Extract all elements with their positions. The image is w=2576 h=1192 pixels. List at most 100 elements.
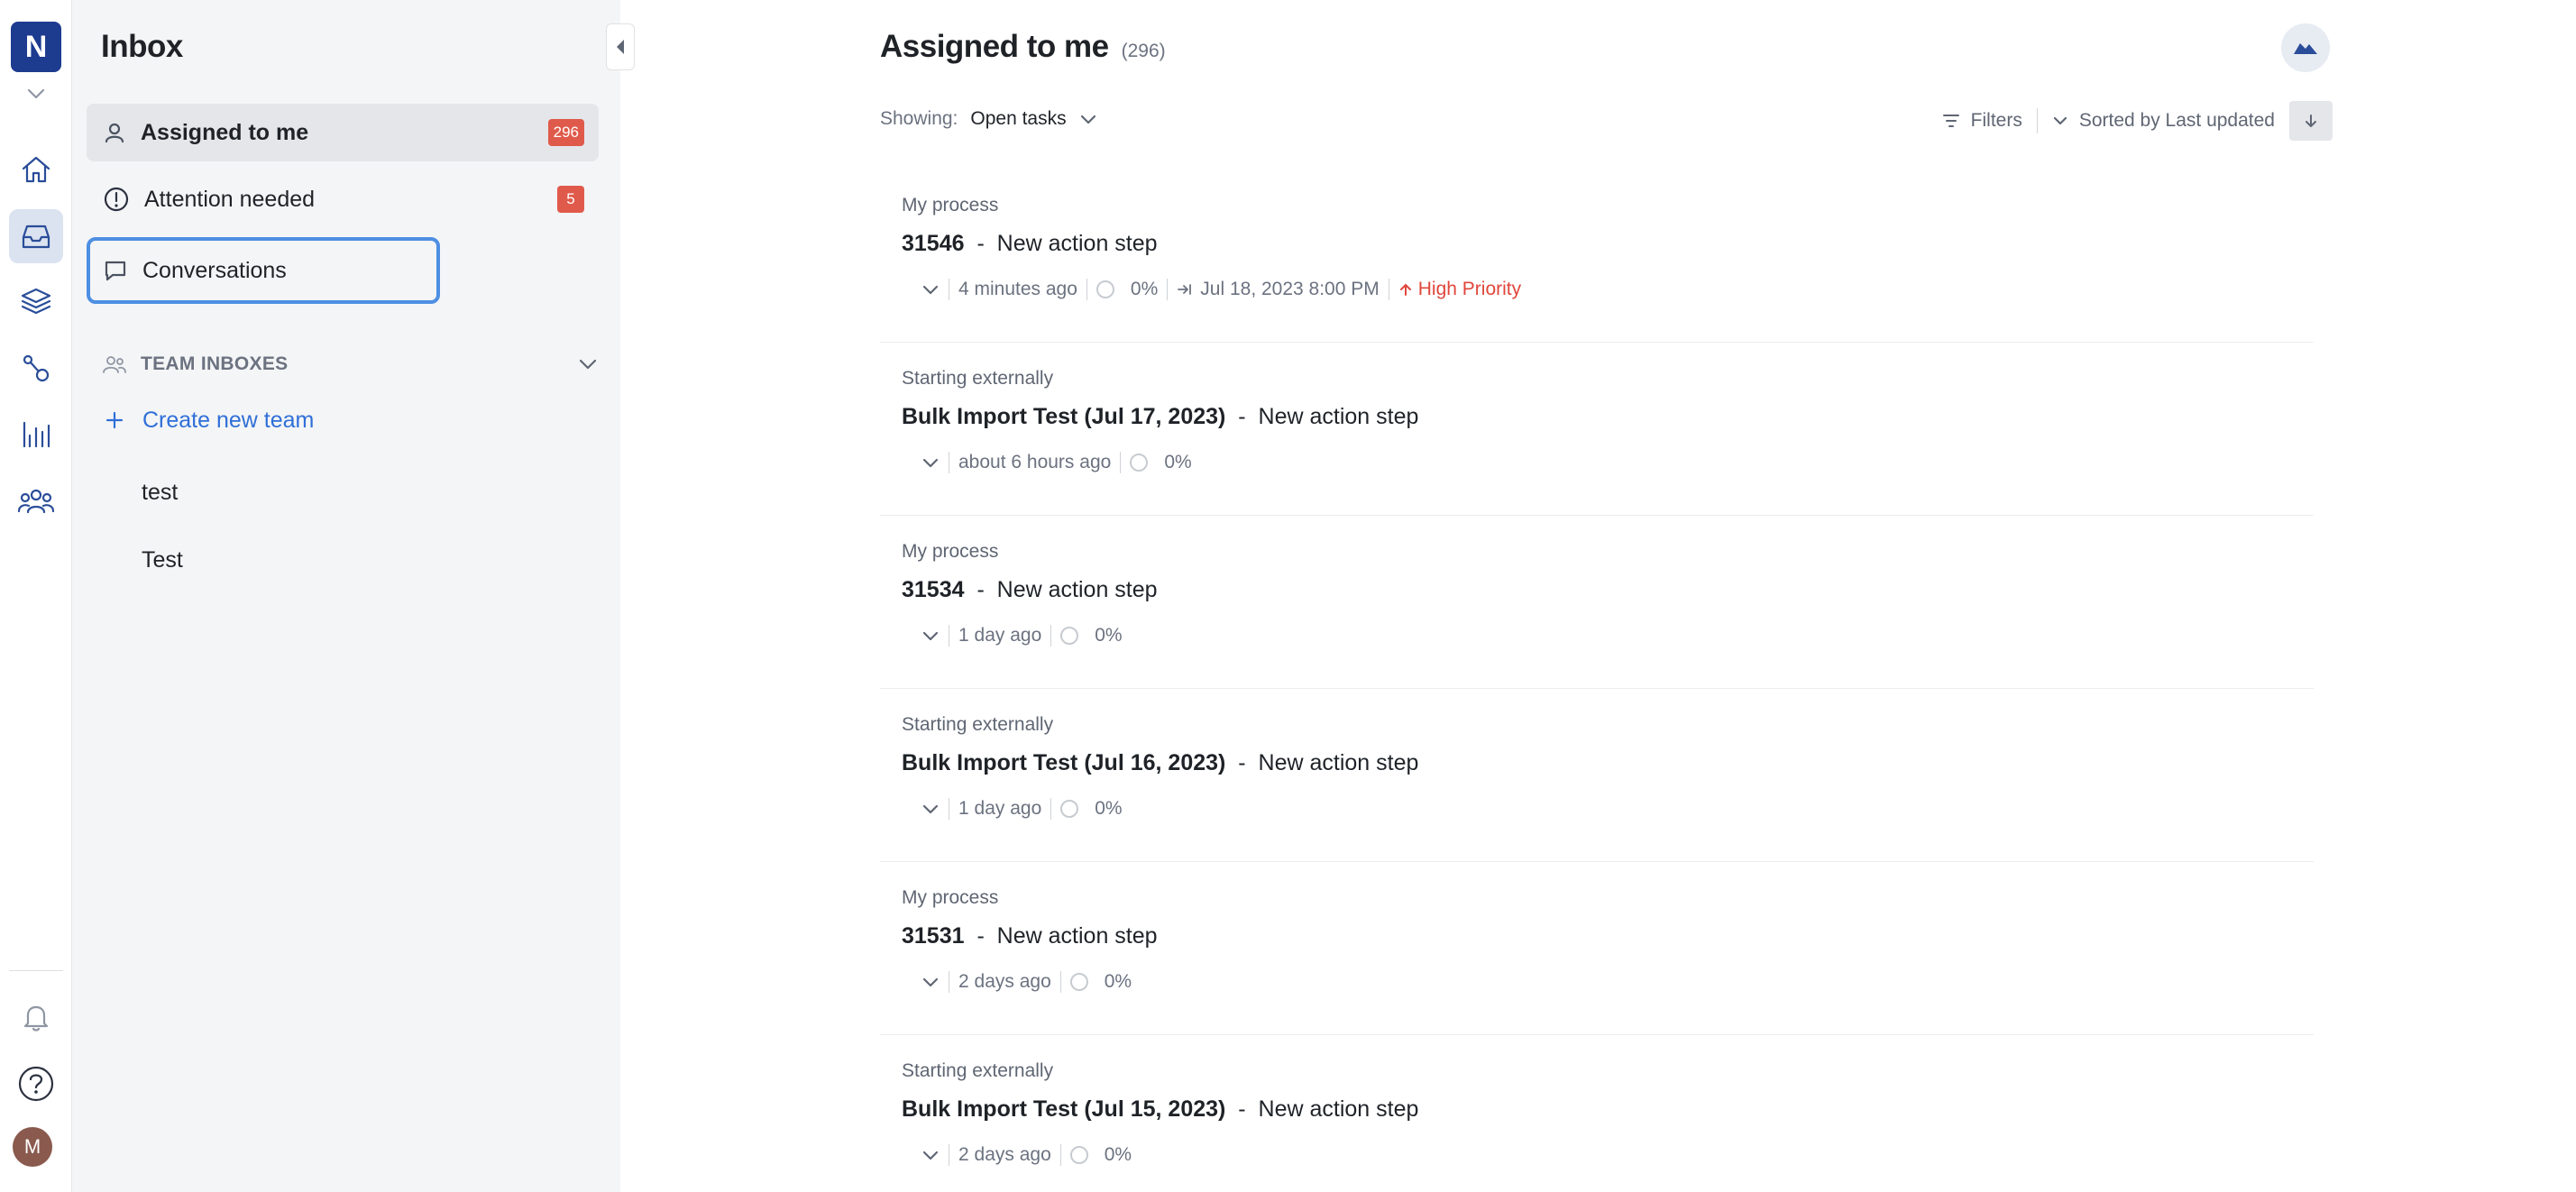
alert-icon xyxy=(104,187,129,212)
collapse-panel-button[interactable] xyxy=(606,23,635,70)
team-item[interactable]: Test xyxy=(142,547,183,573)
task-separator: - xyxy=(976,231,985,256)
task-progress: 0% xyxy=(1104,971,1132,992)
nav-item-conversations[interactable]: Conversations xyxy=(87,237,440,304)
task-title[interactable]: 31531 - New action step xyxy=(902,923,1158,949)
sync-button[interactable] xyxy=(2281,23,2330,72)
create-team-label: Create new team xyxy=(142,407,315,433)
list-toolbar: Filters Sorted by Last updated xyxy=(1942,101,2333,141)
task-row[interactable]: My process 31534 - New action step 1 day… xyxy=(880,516,2314,689)
task-title[interactable]: 31546 - New action step xyxy=(902,231,1158,257)
task-separator: - xyxy=(1238,1096,1246,1122)
team-item[interactable]: test xyxy=(142,480,178,506)
task-separator: - xyxy=(976,923,985,949)
task-title[interactable]: Bulk Import Test (Jul 17, 2023) - New ac… xyxy=(902,404,1418,430)
priority-text: High Priority xyxy=(1417,279,1522,299)
chevron-down-icon[interactable] xyxy=(921,802,940,815)
due-date-text: Jul 18, 2023 8:00 PM xyxy=(1200,279,1380,299)
nav-item-attention-needed[interactable]: Attention needed 5 xyxy=(87,170,599,228)
priority-badge: High Priority xyxy=(1398,279,1521,300)
main-content: Assigned to me (296) Showing: Open tasks… xyxy=(620,0,2576,1192)
task-progress: 0% xyxy=(1104,1144,1132,1165)
task-row[interactable]: My process 31546 - New action step 4 min… xyxy=(880,170,2314,343)
task-row[interactable]: Starting externally Bulk Import Test (Ju… xyxy=(880,343,2314,516)
workspace-switcher-chevron-icon[interactable] xyxy=(23,83,50,105)
chevron-down-icon[interactable] xyxy=(577,353,599,375)
filters-button[interactable]: Filters xyxy=(1942,110,2022,132)
task-row[interactable]: Starting externally Bulk Import Test (Ju… xyxy=(880,689,2314,862)
progress-ring-icon xyxy=(1069,973,1088,991)
task-id: Bulk Import Test (Jul 17, 2023) xyxy=(902,404,1226,429)
help-icon[interactable] xyxy=(9,1057,63,1111)
task-process: My process xyxy=(902,195,999,215)
sort-dropdown[interactable]: Sorted by Last updated xyxy=(2052,110,2275,132)
chevron-down-icon[interactable] xyxy=(921,1149,940,1161)
meta-divider xyxy=(1167,279,1169,300)
logo-letter: N xyxy=(24,29,48,64)
task-progress: 0% xyxy=(1164,452,1192,472)
inbox-icon[interactable] xyxy=(9,209,63,263)
task-title[interactable]: Bulk Import Test (Jul 15, 2023) - New ac… xyxy=(902,1096,1418,1123)
task-id: Bulk Import Test (Jul 16, 2023) xyxy=(902,750,1226,775)
chevron-down-icon[interactable] xyxy=(921,283,940,296)
progress-ring-icon xyxy=(1060,627,1079,645)
page-title: Assigned to me (296) xyxy=(880,29,1166,65)
sort-direction-button[interactable] xyxy=(2289,101,2333,141)
task-process: Starting externally xyxy=(902,714,1054,735)
meta-divider xyxy=(1050,625,1052,646)
task-row[interactable]: Starting externally Bulk Import Test (Ju… xyxy=(880,1035,2314,1192)
progress-ring-icon xyxy=(1060,800,1079,818)
user-avatar[interactable]: M xyxy=(13,1127,52,1167)
meta-divider xyxy=(1050,798,1052,820)
task-progress: 0% xyxy=(1130,279,1159,299)
meta-divider xyxy=(1059,1144,1061,1166)
team-inboxes-section[interactable]: TEAM INBOXES xyxy=(101,348,599,381)
team-icon[interactable] xyxy=(9,474,63,528)
chevron-down-icon[interactable] xyxy=(1079,113,1097,125)
meta-divider xyxy=(1120,452,1122,473)
task-updated-time: 4 minutes ago xyxy=(958,279,1077,299)
task-process: My process xyxy=(902,541,999,562)
chevron-down-icon[interactable] xyxy=(921,629,940,642)
task-process: My process xyxy=(902,887,999,908)
nav-item-assigned-to-me[interactable]: Assigned to me 296 xyxy=(87,104,599,161)
task-step: New action step xyxy=(1258,404,1419,429)
meta-divider xyxy=(1086,279,1087,300)
create-new-team-link[interactable]: Create new team xyxy=(105,402,314,438)
task-id: 31546 xyxy=(902,231,965,256)
showing-value[interactable]: Open tasks xyxy=(970,108,1066,130)
showing-label: Showing: xyxy=(880,108,958,129)
task-process: Starting externally xyxy=(902,368,1054,389)
task-meta: 2 days ago 0% xyxy=(921,1142,1132,1169)
chevron-down-icon xyxy=(2053,116,2067,125)
arrow-down-icon xyxy=(2306,115,2316,127)
chevron-down-icon[interactable] xyxy=(921,456,940,469)
inbox-panel: Inbox Assigned to me 296 Attention neede… xyxy=(72,0,620,1192)
task-meta: about 6 hours ago 0% xyxy=(921,449,1192,476)
count-badge: 296 xyxy=(547,119,584,146)
process-icon[interactable] xyxy=(9,341,63,395)
toolbar-divider xyxy=(2036,108,2038,133)
bar-chart-icon[interactable] xyxy=(9,408,63,462)
task-updated-time: 2 days ago xyxy=(958,1144,1051,1165)
layers-icon[interactable] xyxy=(9,274,63,328)
progress-ring-icon xyxy=(1069,1146,1088,1164)
avatar-letter: M xyxy=(23,1135,41,1158)
progress-ring-icon xyxy=(1095,280,1114,298)
task-title[interactable]: Bulk Import Test (Jul 16, 2023) - New ac… xyxy=(902,750,1418,776)
app-logo[interactable]: N xyxy=(11,22,61,72)
task-title[interactable]: 31534 - New action step xyxy=(902,577,1158,603)
due-arrow-icon xyxy=(1178,284,1192,295)
task-step: New action step xyxy=(996,923,1158,949)
task-id: 31534 xyxy=(902,577,965,602)
showing-filter: Showing: Open tasks xyxy=(880,108,1097,130)
task-meta: 1 day ago 0% xyxy=(921,622,1123,649)
task-meta: 2 days ago 0% xyxy=(921,968,1132,995)
nav-label: Attention needed xyxy=(144,186,316,212)
chevron-down-icon[interactable] xyxy=(921,976,940,988)
home-icon[interactable] xyxy=(9,142,63,197)
task-row[interactable]: My process 31531 - New action step 2 day… xyxy=(880,862,2314,1035)
filters-label: Filters xyxy=(1970,110,2022,131)
task-progress: 0% xyxy=(1095,625,1123,646)
bell-icon[interactable] xyxy=(9,990,63,1044)
